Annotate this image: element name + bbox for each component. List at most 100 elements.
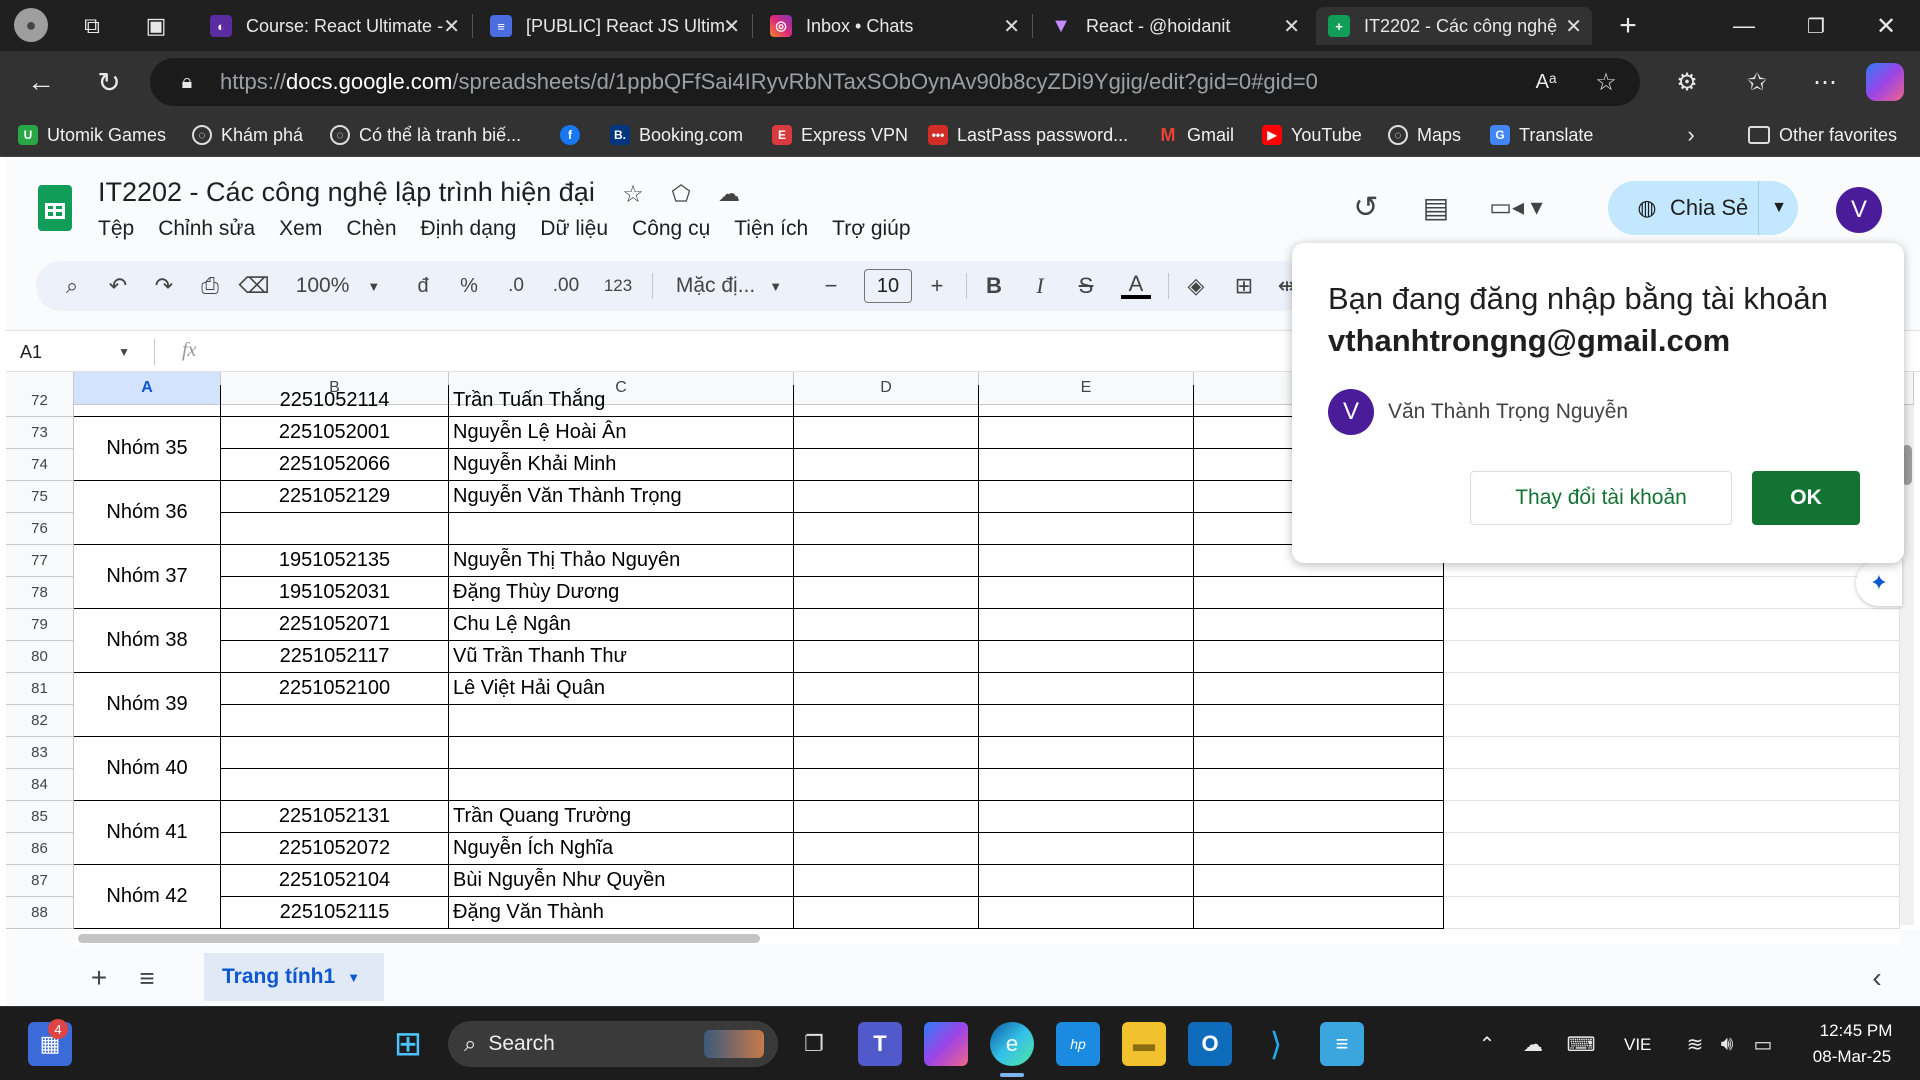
row-header[interactable]: 72 <box>6 385 74 417</box>
student-name-cell[interactable] <box>449 705 794 737</box>
account-avatar[interactable]: V <box>1836 187 1882 233</box>
row-header[interactable]: 86 <box>6 833 74 865</box>
merged-cell-f[interactable] <box>1194 865 1444 929</box>
formula-input[interactable] <box>220 335 1300 369</box>
bookmark-youtube[interactable]: ▶ YouTube <box>1262 121 1362 149</box>
share-button[interactable]: ◍ Chia Sẻ ▼ <box>1608 181 1798 235</box>
group-cell[interactable]: Nhóm 38 <box>74 609 221 673</box>
bookmark-expressvpn[interactable]: E Express VPN <box>772 121 908 149</box>
row-header[interactable]: 85 <box>6 801 74 833</box>
row-header[interactable]: 74 <box>6 449 74 481</box>
profile-avatar-icon[interactable]: ● <box>14 8 48 42</box>
student-name-cell[interactable]: Bùi Nguyễn Như Quyền <box>449 865 794 897</box>
notepad-icon[interactable]: ≡ <box>1320 1022 1364 1066</box>
row-header[interactable]: 87 <box>6 865 74 897</box>
currency-format-button[interactable]: đ <box>408 261 438 311</box>
merged-cell-d[interactable] <box>794 865 979 929</box>
sheets-logo-icon[interactable] <box>38 185 72 231</box>
cell-g[interactable] <box>1444 801 1900 833</box>
student-name-cell[interactable]: Nguyễn Thị Thảo Nguyên <box>449 545 794 577</box>
merged-cell-d[interactable] <box>794 673 979 737</box>
student-name-cell[interactable]: Trần Tuấn Thắng <box>449 385 794 417</box>
student-id-cell[interactable] <box>221 769 449 801</box>
add-sheet-icon[interactable]: + <box>82 961 116 995</box>
group-cell[interactable]: Nhóm 40 <box>74 737 221 801</box>
start-icon[interactable]: ⊞ <box>386 1022 430 1066</box>
group-cell[interactable]: Nhóm 37 <box>74 545 221 609</box>
italic-button[interactable]: I <box>1024 261 1056 311</box>
merged-cell-d[interactable] <box>794 545 979 609</box>
student-name-cell[interactable]: Nguyễn Văn Thành Trọng <box>449 481 794 513</box>
change-account-button[interactable]: Thay đổi tài khoản <box>1470 471 1732 525</box>
row-header[interactable]: 83 <box>6 737 74 769</box>
cell-g[interactable] <box>1444 769 1900 801</box>
student-id-cell[interactable] <box>221 737 449 769</box>
row-header[interactable]: 73 <box>6 417 74 449</box>
input-language[interactable]: VIE <box>1624 1035 1651 1055</box>
student-id-cell[interactable]: 2251052071 <box>221 609 449 641</box>
cell-g[interactable] <box>1444 897 1900 929</box>
restore-icon[interactable]: ❐ <box>1796 8 1836 44</box>
keyboard-icon[interactable]: ⌨ <box>1564 1027 1598 1061</box>
comments-icon[interactable]: ▤ <box>1416 187 1456 227</box>
file-explorer-icon[interactable]: ▬ <box>1122 1022 1166 1066</box>
close-tab-icon[interactable]: ✕ <box>1283 14 1300 39</box>
task-view-icon[interactable]: ❐ <box>792 1022 836 1066</box>
cell-g[interactable] <box>1444 705 1900 737</box>
cell-e[interactable] <box>979 385 1194 417</box>
url-field[interactable]: 🔒︎ https://docs.google.com/spreadsheets/… <box>150 58 1640 106</box>
student-id-cell[interactable]: 2251052117 <box>221 641 449 673</box>
merged-cell-e[interactable] <box>979 481 1194 545</box>
menu-file[interactable]: Tệp <box>98 217 134 247</box>
student-id-cell[interactable] <box>221 513 449 545</box>
cell-g[interactable] <box>1444 609 1900 641</box>
paint-format-icon[interactable]: ⌫ <box>236 261 272 311</box>
group-cell[interactable]: Nhóm 36 <box>74 481 221 545</box>
horizontal-scrollbar[interactable] <box>74 931 1900 945</box>
new-tab-icon[interactable]: + <box>1610 8 1646 44</box>
close-tab-icon[interactable]: ✕ <box>723 14 740 39</box>
student-name-cell[interactable]: Đặng Văn Thành <box>449 897 794 929</box>
merged-cell-f[interactable] <box>1194 673 1444 737</box>
name-box[interactable]: A1 ▼ <box>20 337 130 367</box>
clock-time[interactable]: 12:45 PM <box>1816 1021 1896 1041</box>
merged-cell-e[interactable] <box>979 609 1194 673</box>
lock-icon[interactable]: 🔒︎ <box>174 68 200 96</box>
group-cell[interactable]: Nhóm 35 <box>74 417 221 481</box>
student-id-cell[interactable]: 2251052001 <box>221 417 449 449</box>
merged-cell-e[interactable] <box>979 673 1194 737</box>
tab-instagram-inbox[interactable]: ◎ Inbox • Chats ✕ <box>758 7 1030 45</box>
menu-extensions[interactable]: Tiện ích <box>734 217 808 247</box>
student-name-cell[interactable] <box>449 769 794 801</box>
search-icon[interactable]: ⌕ <box>54 261 90 311</box>
favorite-star-icon[interactable]: ☆ <box>1590 66 1622 98</box>
row-header[interactable]: 75 <box>6 481 74 513</box>
favorites-icon[interactable]: ✩ <box>1738 63 1776 101</box>
move-folder-icon[interactable]: ⬠ <box>666 179 696 209</box>
redo-icon[interactable]: ↷ <box>146 261 182 311</box>
merged-cell-e[interactable] <box>979 737 1194 801</box>
refresh-icon[interactable]: ↻ <box>90 63 128 101</box>
student-id-cell[interactable]: 1951052031 <box>221 577 449 609</box>
row-header[interactable]: 79 <box>6 609 74 641</box>
student-name-cell[interactable]: Chu Lệ Ngân <box>449 609 794 641</box>
student-id-cell[interactable]: 1951052135 <box>221 545 449 577</box>
font-size-decrease-button[interactable]: − <box>816 261 846 311</box>
bold-button[interactable]: B <box>978 261 1010 311</box>
strikethrough-button[interactable]: S <box>1070 261 1102 311</box>
sheet-tab-trang-tinh1[interactable]: Trang tính1 ▼ <box>204 953 384 1001</box>
font-size-input[interactable]: 10 <box>864 269 912 303</box>
side-panel-toggle[interactable]: ✦ <box>1856 560 1902 606</box>
menu-help[interactable]: Trợ giúp <box>832 217 910 247</box>
student-name-cell[interactable]: Vũ Trần Thanh Thư <box>449 641 794 673</box>
group-cell[interactable]: Nhóm 42 <box>74 865 221 929</box>
workspaces-icon[interactable]: ⧉ <box>76 10 108 42</box>
menu-view[interactable]: Xem <box>279 217 322 247</box>
star-icon[interactable]: ☆ <box>618 179 648 209</box>
student-id-cell[interactable] <box>221 705 449 737</box>
zoom-select[interactable]: 100% ▼ <box>288 261 388 311</box>
bookmark-tranh-bieu[interactable]: ◌ Có thể là tranh biế... <box>330 121 521 149</box>
row-header[interactable]: 81 <box>6 673 74 705</box>
merged-cell-e[interactable] <box>979 545 1194 609</box>
read-aloud-icon[interactable]: Aᵃ <box>1530 66 1562 98</box>
